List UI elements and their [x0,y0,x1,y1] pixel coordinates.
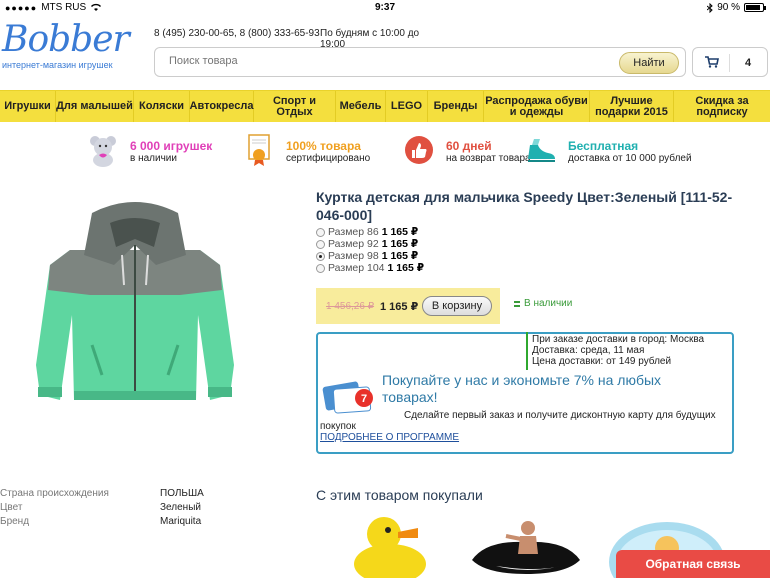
size-option[interactable]: Размер 86 1 165 ₽ [316,226,424,238]
certificate-icon [248,134,270,166]
thumbs-up-icon [405,136,433,164]
cart-icon [705,56,719,68]
battery-info: 90 % [707,2,766,13]
radio-button[interactable] [316,227,325,237]
add-to-cart-button[interactable]: В корзину [422,296,492,316]
spec-value: Mariquita [160,516,202,527]
clock: 9:37 [374,2,395,13]
promo-more-link[interactable]: ПОДРОБНЕЕ О ПРОГРАММЕ [320,432,459,443]
old-price: 1 456,26 ₽ [326,301,375,312]
current-price: 1 165 ₽ [380,301,419,313]
size-label: Размер 92 [328,238,379,250]
spec-row: Страна происхождения ПОЛЬША [0,488,204,502]
spec-key: Бренд [0,516,30,527]
spec-key: Цвет [0,502,23,513]
feature-certified-title: 100% товара [286,139,361,153]
size-price: 1 165 ₽ [387,262,425,274]
stock-label: В наличии [524,298,573,309]
size-price: 1 165 ₽ [381,226,419,238]
spec-key: Страна происхождения [0,488,109,499]
logo-tagline: интернет-магазин игрушек [2,60,113,70]
feature-delivery-subtitle: доставка от 10 000 рублей [568,153,692,164]
shoe-icon [528,139,555,162]
cart-divider [729,54,730,72]
feedback-button[interactable]: Обратная связь [616,550,770,578]
related-product-rubber-duck[interactable] [344,512,434,578]
spec-value: Зеленый [160,502,201,513]
delivery-price: Цена доставки: от 149 рублей [532,356,672,367]
nav-item-sale[interactable]: Распродажа обуви и одежды [484,91,590,122]
nav-item-lego[interactable]: LEGO [386,91,428,122]
ios-status-bar: ●●●●● MTS RUS 9:37 90 % [0,0,770,16]
cart-count: 4 [745,57,752,69]
product-title: Куртка детская для мальчика Speedy Цвет:… [316,189,733,223]
related-product-inflatable-whale[interactable] [466,512,586,578]
nav-item-toys[interactable]: Игрушки [0,91,56,122]
delivery-promo-box: При заказе доставки в город: Москва Дост… [316,332,734,454]
nav-item-car-seats[interactable]: Автокресла [190,91,254,122]
nav-item-furniture[interactable]: Мебель [336,91,386,122]
battery-icon [744,3,766,12]
teddy-bear-icon [90,136,116,167]
cart-button[interactable]: 4 [692,47,768,77]
nav-item-sport[interactable]: Спорт и Отдых [254,91,336,122]
delivery-date: Доставка: среда, 11 мая [532,345,645,356]
size-label: Размер 104 [328,262,385,274]
feature-certified-subtitle: сертифицировано [286,153,371,164]
card-badge: 7 [361,393,367,405]
size-label: Размер 86 [328,226,379,238]
feature-toys-title: 6 000 игрушек [130,139,213,153]
stock-status: В наличии [514,298,572,309]
feature-delivery-title: Бесплатная [568,139,639,153]
spec-row: Бренд Mariquita [0,516,204,530]
search-input[interactable] [169,55,589,67]
size-option[interactable]: Размер 104 1 165 ₽ [316,262,424,274]
logo-wordmark: Bobber [2,19,130,60]
size-option[interactable]: Размер 92 1 165 ₽ [316,238,424,250]
spec-row: Цвет Зеленый [0,502,204,516]
radio-button-selected[interactable] [316,251,325,261]
delivery-accent-line [526,332,528,370]
in-stock-icon [514,300,520,307]
delivery-city: При заказе доставки в город: Москва [532,334,705,345]
main-navigation: Игрушки Для малышей Коляски Автокресла С… [0,90,770,122]
feature-return-subtitle: на возврат товара [446,153,531,164]
also-bought-heading: С этим товаром покупали [316,487,483,503]
feature-toys-subtitle: в наличии [130,153,177,164]
radio-button[interactable] [316,263,325,273]
nav-item-subscribe-discount[interactable]: Скидка за подписку [674,91,770,122]
promo-text: Сделайте первый заказ и получите дисконт… [320,410,716,432]
buy-box: 1 456,26 ₽ 1 165 ₽ В корзину [316,288,500,324]
radio-button[interactable] [316,239,325,249]
search-button[interactable]: Найти [619,52,679,74]
search-bar: Найти [154,47,686,77]
size-price: 1 165 ₽ [381,238,419,250]
feature-return-title: 60 дней [446,139,492,153]
bluetooth-icon [707,2,713,13]
features-strip: 6 000 игрушек в наличии 100% товара серт… [0,131,770,171]
nav-item-babies[interactable]: Для малышей [56,91,134,122]
size-options: Размер 86 1 165 ₽ Размер 92 1 165 ₽ Разм… [316,226,424,274]
product-specs: Страна происхождения ПОЛЬША Цвет Зеленый Б… [0,488,204,530]
nav-item-best-gifts[interactable]: Лучшие подарки 2015 [590,91,674,122]
size-label: Размер 98 [328,250,379,262]
battery-percent: 90 % [717,2,740,13]
size-option[interactable]: Размер 98 1 165 ₽ [316,250,424,262]
promo-heading: Покупайте у нас и экономьте 7% на любых … [382,372,662,405]
nav-item-strollers[interactable]: Коляски [134,91,190,122]
nav-item-brands[interactable]: Бренды [428,91,484,122]
delivery-info: При заказе доставки в город: Москва Дост… [532,334,704,367]
site-logo[interactable]: Bobber интернет-магазин игрушек [2,18,130,82]
size-price: 1 165 ₽ [381,250,419,262]
spec-value: ПОЛЬША [160,488,204,499]
product-image[interactable] [30,195,240,410]
phone-numbers[interactable]: 8 (495) 230-00-65, 8 (800) 333-65-93 [154,28,320,39]
